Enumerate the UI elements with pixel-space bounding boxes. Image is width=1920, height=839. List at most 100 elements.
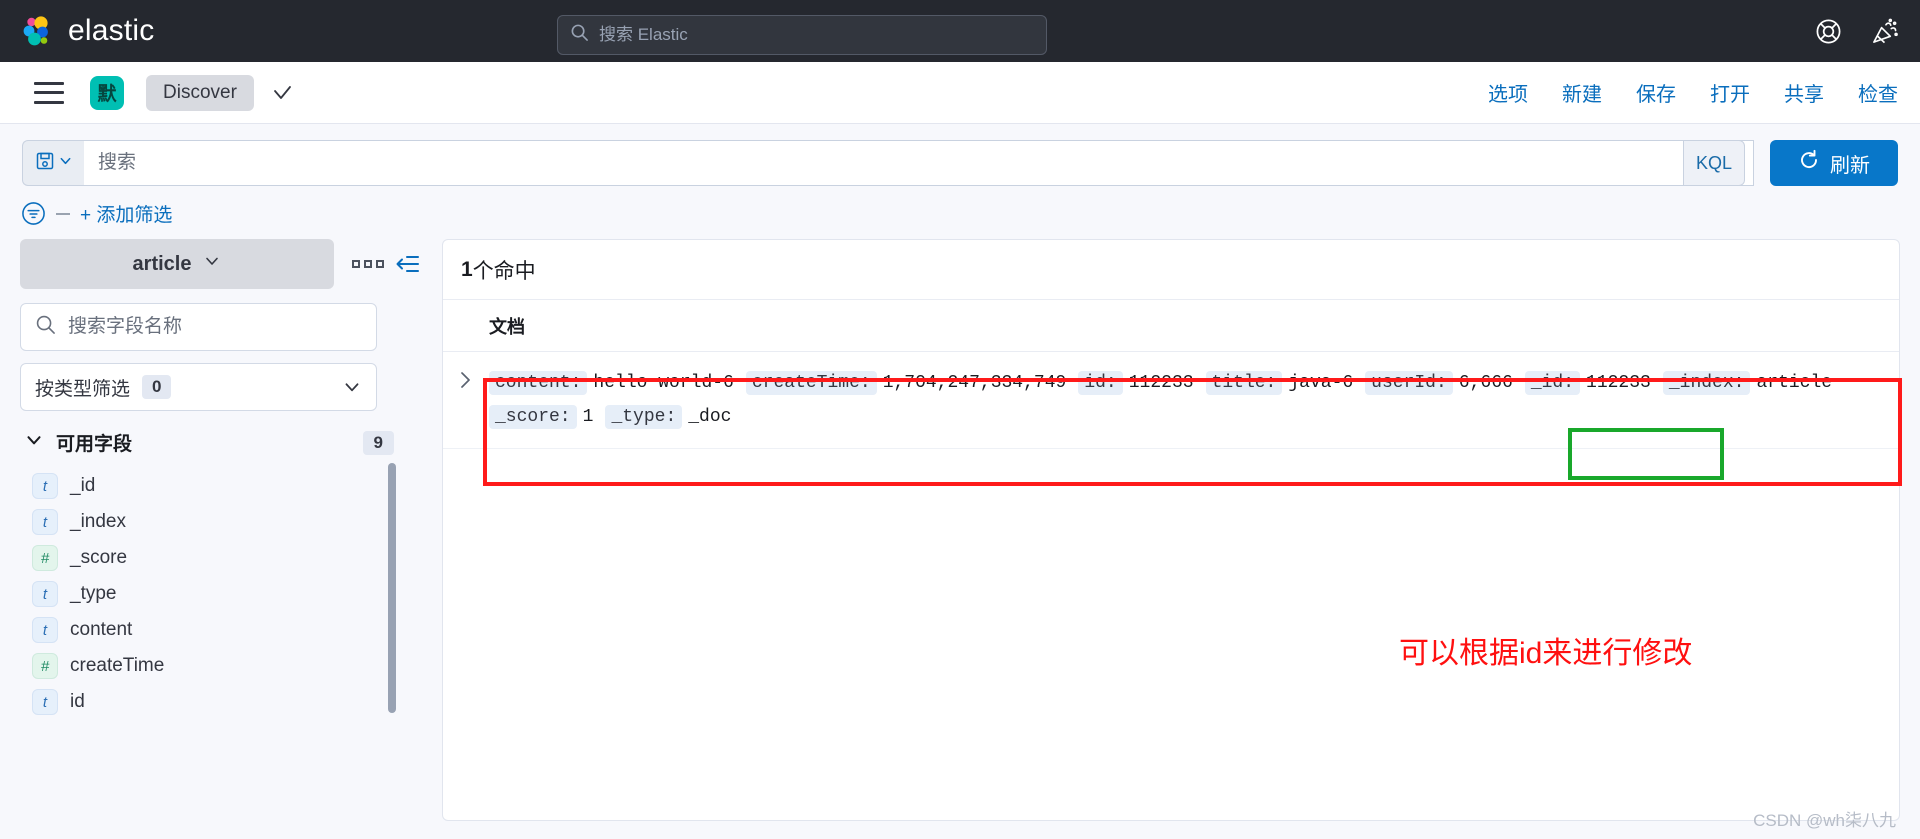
query-input-container[interactable]: KQL	[84, 140, 1754, 186]
field-type-icon-string: t	[32, 509, 58, 535]
available-fields-header[interactable]: 可用字段 9	[20, 429, 420, 456]
annotation-note: 可以根据id来进行修改	[1399, 637, 1693, 670]
add-filter-button[interactable]: + 添加筛选	[80, 200, 172, 227]
field-item-_id[interactable]: t _id	[20, 468, 420, 504]
field-name: id	[70, 691, 85, 712]
sidebar-scrollbar-thumb[interactable]	[388, 463, 396, 713]
document-summary: content: hello world-6 createTime: 1,704,24…	[489, 366, 1899, 434]
elastic-discover-app: elastic 搜索 Elastic 默 Discover 选项 新建 保存 打…	[0, 0, 1920, 839]
field-item-createTime[interactable]: # createTime	[20, 648, 420, 684]
field-type-icon-string: t	[32, 689, 58, 715]
collapse-sidebar-icon[interactable]	[396, 253, 420, 275]
field-value-userId: 6,666	[1458, 373, 1513, 393]
chevron-down-icon	[24, 430, 44, 455]
nav-link-options[interactable]: 选项	[1488, 78, 1528, 107]
field-value-content: hello world-6	[593, 373, 734, 393]
field-item-_type[interactable]: t _type	[20, 576, 420, 612]
field-value-title: java-6	[1288, 373, 1354, 393]
available-fields-section: 可用字段 9 t _id t _index # _score t _type t…	[20, 429, 420, 839]
field-type-icon-string: t	[32, 617, 58, 643]
field-key-createTime: createTime:	[745, 371, 877, 395]
field-key-id: id:	[1078, 371, 1123, 395]
hits-count-header: 1 个命中	[443, 240, 1899, 300]
field-value-createTime: 1,704,247,334,749	[882, 373, 1067, 393]
available-fields-count: 9	[362, 430, 394, 455]
field-name: _id	[70, 475, 96, 496]
field-search-box[interactable]	[20, 303, 377, 351]
field-key-_index: _index:	[1662, 371, 1751, 395]
field-name: _type	[70, 583, 117, 604]
nav-link-open[interactable]: 打开	[1710, 78, 1750, 107]
field-search-input[interactable]	[68, 316, 362, 338]
chevron-down-icon	[342, 377, 362, 397]
field-name: content	[70, 619, 133, 640]
nav-action-links: 选项 新建 保存 打开 共享 检查	[1488, 78, 1898, 107]
type-filter-label: 按类型筛选	[35, 378, 131, 400]
field-name: _index	[70, 511, 126, 532]
field-type-icon-number: #	[32, 653, 58, 679]
discover-body: article 搜索字段名称 按类型筛选 0 可用字段 9 t _id t _i…	[0, 239, 1920, 839]
filter-settings-icon[interactable]	[20, 201, 46, 227]
query-input[interactable]	[98, 152, 1683, 174]
field-value-_index: article	[1756, 373, 1833, 393]
field-item-id[interactable]: t id	[20, 684, 420, 720]
field-display-options-icon[interactable]	[352, 260, 384, 268]
type-filter-dropdown[interactable]: 按类型筛选 0	[20, 363, 377, 411]
party-popper-icon[interactable]	[1870, 17, 1898, 45]
global-search-input[interactable]	[599, 25, 1034, 45]
filter-bar: + 添加筛选	[0, 186, 1920, 239]
query-bar: KQL 刷新	[0, 124, 1920, 186]
field-type-icon-string: t	[32, 473, 58, 499]
type-filter-count: 0	[142, 375, 172, 399]
index-pattern-row: article	[20, 239, 420, 289]
watermark-label: CSDN @wh柒八九	[1753, 811, 1896, 830]
index-pattern-selector[interactable]: article	[20, 239, 334, 289]
search-icon	[570, 23, 589, 47]
chevron-down-icon	[58, 153, 73, 173]
field-list: t _id t _index # _score t _type t conten…	[20, 468, 420, 720]
nav-link-save[interactable]: 保存	[1636, 78, 1676, 107]
field-value-id: 112233	[1128, 373, 1194, 393]
field-key-_id: _id:	[1524, 371, 1581, 395]
check-icon[interactable]	[270, 81, 294, 105]
chevron-down-icon	[203, 252, 221, 276]
space-avatar[interactable]: 默	[90, 75, 124, 110]
field-key-title: title:	[1205, 371, 1283, 395]
field-item-content[interactable]: t content	[20, 612, 420, 648]
table-row[interactable]: content: hello world-6 createTime: 1,704,24…	[443, 352, 1899, 449]
header-icon-group	[1814, 0, 1898, 62]
field-value-_score: 1	[582, 407, 594, 427]
hits-count-value: 1	[461, 257, 473, 281]
hits-count-suffix: 个命中	[472, 259, 536, 283]
available-fields-label: 可用字段	[56, 434, 133, 455]
query-language-button[interactable]: KQL	[1682, 140, 1745, 186]
field-item-_score[interactable]: # _score	[20, 540, 420, 576]
refresh-button[interactable]: 刷新	[1770, 140, 1898, 186]
field-name: createTime	[70, 655, 165, 676]
global-search-box[interactable]	[557, 15, 1047, 55]
field-key-userId: userId:	[1365, 371, 1453, 395]
refresh-label: 刷新	[1830, 154, 1870, 177]
document-column-header: 文档	[443, 300, 1899, 352]
field-type-icon-number: #	[32, 545, 58, 571]
brand-name-label: elastic	[68, 14, 155, 47]
field-sidebar: article 搜索字段名称 按类型筛选 0 可用字段 9 t _id t _i…	[20, 239, 420, 839]
search-icon	[35, 314, 56, 340]
application-nav-bar: 默 Discover 选项 新建 保存 打开 共享 检查	[0, 62, 1920, 124]
nav-link-share[interactable]: 共享	[1784, 78, 1824, 107]
nav-link-inspect[interactable]: 检查	[1858, 78, 1898, 107]
save-floppy-icon	[35, 151, 55, 176]
global-header: elastic	[0, 0, 1920, 62]
field-value-_id: 112233	[1586, 373, 1651, 393]
nav-link-new[interactable]: 新建	[1562, 78, 1602, 107]
breadcrumb-discover[interactable]: Discover	[146, 74, 254, 111]
field-key-_type: _type:	[605, 405, 683, 429]
menu-hamburger-icon[interactable]	[34, 81, 64, 104]
field-item-_index[interactable]: t _index	[20, 504, 420, 540]
lifebuoy-icon[interactable]	[1814, 17, 1842, 45]
saved-query-button[interactable]	[22, 140, 84, 186]
expand-row-icon[interactable]	[443, 366, 489, 434]
elastic-brand[interactable]: elastic	[20, 14, 154, 48]
field-name: _score	[70, 547, 128, 568]
index-pattern-label: article	[132, 252, 192, 275]
